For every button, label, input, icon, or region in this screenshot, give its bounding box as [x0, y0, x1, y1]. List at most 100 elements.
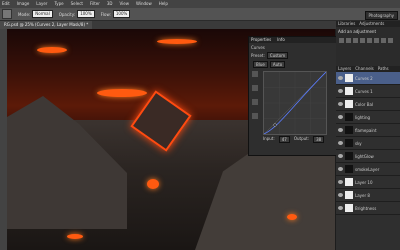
flow-label: Flow:: [100, 11, 111, 17]
vibrance-icon[interactable]: [367, 38, 372, 43]
workspace-switcher[interactable]: Photography: [364, 11, 398, 20]
visibility-icon[interactable]: [338, 76, 343, 80]
menu-image[interactable]: Image: [17, 0, 30, 8]
visibility-icon[interactable]: [338, 167, 343, 171]
layer-row[interactable]: smokeLayer: [336, 163, 400, 176]
eyedropper-icon[interactable]: [252, 99, 258, 105]
flow-field[interactable]: 100%: [112, 10, 131, 18]
layer-thumbnail: [345, 204, 353, 212]
properties-title-row: Curves: [251, 45, 335, 50]
document-tabbar: RG.psd @ 25% (Curves 2, Layer Mask/8) *: [0, 21, 336, 29]
lava-glow: [147, 179, 159, 189]
layer-row[interactable]: Layer 10: [336, 176, 400, 189]
curves-icon[interactable]: [353, 38, 358, 43]
layer-row[interactable]: lighting: [336, 111, 400, 124]
adjustments-icons: [336, 36, 400, 45]
preset-label: Preset:: [251, 53, 265, 58]
input-output-row: Input: 47 Output: 38: [263, 136, 328, 143]
menu-layer[interactable]: Layer: [36, 0, 47, 8]
curves-label: Curves: [251, 45, 265, 50]
eyedropper-icon[interactable]: [252, 71, 258, 77]
layer-name: Brightness: [355, 205, 377, 211]
layer-name: smokeLayer: [355, 166, 380, 172]
pencil-icon[interactable]: [252, 113, 258, 119]
lava-glow: [67, 234, 83, 239]
brush-tool-icon[interactable]: [2, 9, 12, 19]
tab-properties[interactable]: Properties: [251, 37, 271, 43]
layer-row[interactable]: Color Bal: [336, 98, 400, 111]
curves-graph[interactable]: [263, 71, 327, 135]
channel-row: Blue Auto: [251, 61, 335, 68]
tab-libraries[interactable]: Libraries: [338, 21, 355, 27]
layer-name: Layer 8: [355, 192, 370, 198]
input-label: Input:: [263, 136, 275, 141]
tab-layers[interactable]: Layers: [338, 66, 351, 72]
hue-saturation-icon[interactable]: [374, 38, 379, 43]
tab-channels[interactable]: Channels: [355, 66, 374, 72]
mode-select[interactable]: Normal: [32, 10, 53, 18]
menu-select[interactable]: Select: [71, 0, 83, 8]
tab-info[interactable]: Info: [277, 37, 285, 43]
layer-name: Curves 2: [355, 75, 373, 81]
layer-name: flamepaint: [355, 127, 377, 133]
layer-name: Curves 1: [355, 88, 373, 94]
visibility-icon[interactable]: [338, 115, 343, 119]
tab-adjustments[interactable]: Adjustments: [359, 21, 384, 27]
auto-button[interactable]: Auto: [269, 61, 286, 68]
layer-row[interactable]: Layer 8: [336, 189, 400, 202]
document-tab[interactable]: RG.psd @ 25% (Curves 2, Layer Mask/8) *: [0, 21, 93, 29]
menu-filter[interactable]: Filter: [90, 0, 100, 8]
layer-name: Color Bal: [355, 101, 374, 107]
options-bar: Mode: Normal Opacity: 100% Flow: 100% Ph…: [0, 8, 400, 21]
tab-paths[interactable]: Paths: [378, 66, 389, 72]
visibility-icon[interactable]: [338, 102, 343, 106]
opacity-field[interactable]: 100%: [77, 10, 95, 18]
input-value[interactable]: 47: [278, 136, 290, 143]
menu-view[interactable]: View: [120, 0, 130, 8]
layer-row[interactable]: Curves 1: [336, 85, 400, 98]
visibility-icon[interactable]: [338, 89, 343, 93]
brightness-icon[interactable]: [339, 38, 344, 43]
menu-window[interactable]: Window: [136, 0, 152, 8]
menu-edit[interactable]: Edit: [2, 0, 10, 8]
layer-thumbnail: [345, 100, 353, 108]
opacity-label: Opacity:: [58, 11, 76, 17]
tools-panel[interactable]: [0, 29, 7, 250]
layer-name: lighting: [355, 114, 371, 120]
visibility-icon[interactable]: [338, 193, 343, 197]
layer-thumbnail: [345, 178, 353, 186]
eyedropper-icon[interactable]: [252, 85, 258, 91]
adjustments-title: Add an adjustment: [338, 29, 377, 34]
layer-thumbnail: [345, 165, 353, 173]
visibility-icon[interactable]: [338, 154, 343, 158]
layer-row[interactable]: Curves 2: [336, 72, 400, 85]
properties-tabs: Properties Info: [249, 37, 337, 43]
layer-row[interactable]: flamepaint: [336, 124, 400, 137]
layer-row[interactable]: lightGlow: [336, 150, 400, 163]
menu-bar: Edit Image Layer Type Select Filter 3D V…: [0, 0, 400, 8]
channel-select[interactable]: Blue: [253, 61, 268, 68]
layer-thumbnail: [345, 139, 353, 147]
eyedropper-tools: [252, 71, 260, 127]
menu-help[interactable]: Help: [159, 0, 168, 8]
layer-thumbnail: [345, 87, 353, 95]
output-value[interactable]: 38: [313, 136, 325, 143]
layer-row[interactable]: Brightness: [336, 202, 400, 215]
layers-panel: Layers Channels Paths Curves 2 Curves 1 …: [336, 66, 400, 250]
lava-glow: [157, 39, 197, 44]
preset-row: Preset: Custom: [251, 52, 335, 59]
visibility-icon[interactable]: [338, 128, 343, 132]
color-balance-icon[interactable]: [381, 38, 386, 43]
menu-3d[interactable]: 3D: [107, 0, 113, 8]
visibility-icon[interactable]: [338, 180, 343, 184]
visibility-icon[interactable]: [338, 141, 343, 145]
levels-icon[interactable]: [346, 38, 351, 43]
properties-panel: Properties Info Curves Preset: Custom Bl…: [248, 36, 338, 156]
exposure-icon[interactable]: [360, 38, 365, 43]
black-white-icon[interactable]: [388, 38, 393, 43]
menu-type[interactable]: Type: [54, 0, 63, 8]
preset-select[interactable]: Custom: [266, 52, 289, 59]
layer-name: lightGlow: [355, 153, 374, 159]
visibility-icon[interactable]: [338, 206, 343, 210]
layer-row[interactable]: sky: [336, 137, 400, 150]
